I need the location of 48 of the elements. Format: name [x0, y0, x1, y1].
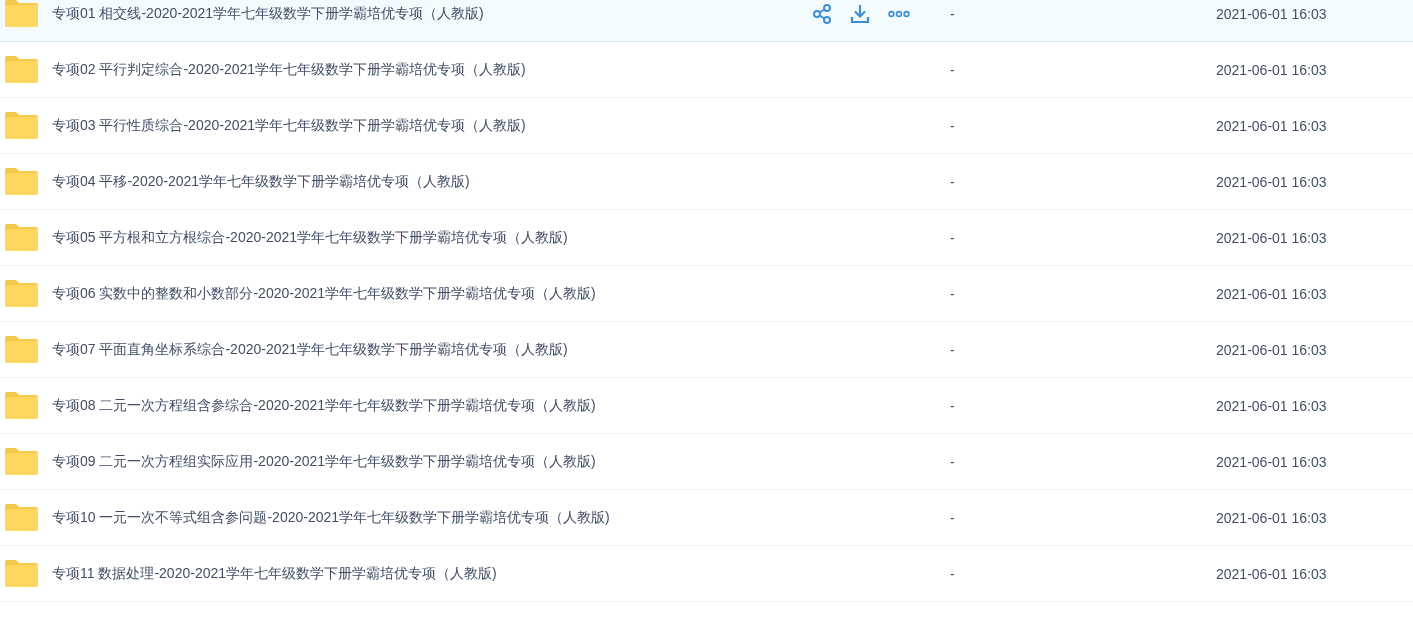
folder-icon: [5, 56, 38, 83]
file-row[interactable]: 专项01 相交线-2020-2021学年七年级数学下册学霸培优专项（人教版) - 2021-06-01 16:03: [0, 0, 1413, 42]
file-size: -: [950, 453, 956, 470]
file-size: -: [950, 341, 956, 358]
file-size: -: [950, 565, 956, 582]
file-name[interactable]: 专项06 实数中的整数和小数部分-2020-2021学年七年级数学下册学霸培优专项（人教版): [52, 284, 812, 303]
file-name[interactable]: 专项02 平行判定综合-2020-2021学年七年级数学下册学霸培优专项（人教版): [52, 60, 812, 79]
modified-date: 2021-06-01 16:03: [1216, 397, 1327, 414]
more-icon[interactable]: [888, 9, 910, 18]
file-name[interactable]: 专项10 一元一次不等式组含参问题-2020-2021学年七年级数学下册学霸培优专项（人教版): [52, 508, 812, 527]
file-size: -: [950, 173, 956, 190]
folder-icon: [5, 448, 38, 475]
folder-icon: [5, 0, 38, 27]
modified-date: 2021-06-01 16:03: [1216, 509, 1327, 526]
modified-date: 2021-06-01 16:03: [1216, 229, 1327, 246]
modified-date: 2021-06-01 16:03: [1216, 117, 1327, 134]
file-size: -: [950, 509, 956, 526]
download-icon[interactable]: [850, 3, 870, 24]
folder-icon: [5, 504, 38, 531]
file-name[interactable]: 专项04 平移-2020-2021学年七年级数学下册学霸培优专项（人教版): [52, 172, 812, 191]
modified-date: 2021-06-01 16:03: [1216, 173, 1327, 190]
folder-icon: [5, 224, 38, 251]
folder-icon: [5, 280, 38, 307]
file-name[interactable]: 专项05 平方根和立方根综合-2020-2021学年七年级数学下册学霸培优专项（人教版): [52, 228, 812, 247]
file-name[interactable]: 专项03 平行性质综合-2020-2021学年七年级数学下册学霸培优专项（人教版): [52, 116, 812, 135]
file-size: -: [950, 61, 956, 78]
folder-icon: [5, 168, 38, 195]
file-size: -: [950, 397, 956, 414]
modified-date: 2021-06-01 16:03: [1216, 453, 1327, 470]
file-size: -: [950, 5, 956, 22]
folder-icon: [5, 336, 38, 363]
file-size: -: [950, 285, 956, 302]
folder-icon: [5, 112, 38, 139]
file-name[interactable]: 专项08 二元一次方程组含参综合-2020-2021学年七年级数学下册学霸培优专项（人教版): [52, 396, 812, 415]
modified-date: 2021-06-01 16:03: [1216, 565, 1327, 582]
file-size: -: [950, 117, 956, 134]
file-name[interactable]: 专项09 二元一次方程组实际应用-2020-2021学年七年级数学下册学霸培优专项（人教版): [52, 452, 812, 471]
file-name[interactable]: 专项07 平面直角坐标系综合-2020-2021学年七年级数学下册学霸培优专项（人教版): [52, 340, 812, 359]
share-icon[interactable]: [812, 3, 832, 24]
modified-date: 2021-06-01 16:03: [1216, 341, 1327, 358]
file-name[interactable]: 专项11 数据处理-2020-2021学年七年级数学下册学霸培优专项（人教版): [52, 564, 812, 583]
folder-icon: [5, 392, 38, 419]
modified-date: 2021-06-01 16:03: [1216, 5, 1327, 22]
folder-icon: [5, 560, 38, 587]
modified-date: 2021-06-01 16:03: [1216, 285, 1327, 302]
file-size: -: [950, 229, 956, 246]
file-name[interactable]: 专项01 相交线-2020-2021学年七年级数学下册学霸培优专项（人教版): [52, 4, 812, 23]
modified-date: 2021-06-01 16:03: [1216, 61, 1327, 78]
